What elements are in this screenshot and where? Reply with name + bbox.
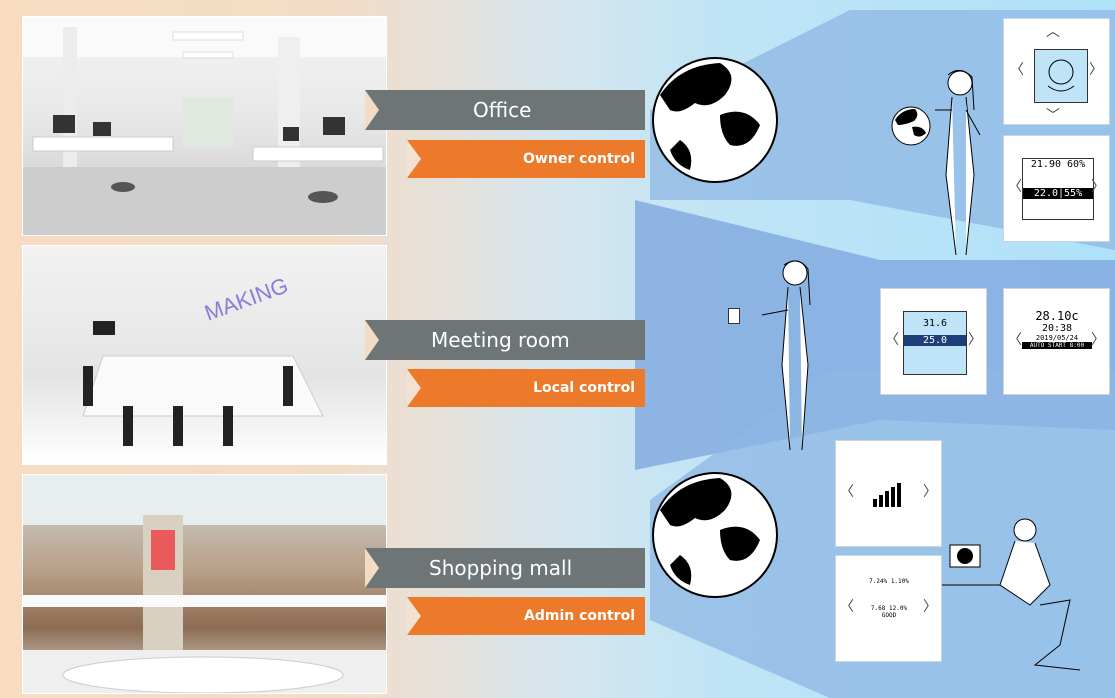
scene-text: Shopping mall <box>429 556 573 580</box>
left-arrow-icon[interactable]: 〈 <box>1008 329 1022 349</box>
value-e: GOOD <box>881 612 897 619</box>
signal-bars-icon <box>858 463 920 525</box>
right-arrow-icon[interactable]: 〉 <box>923 481 937 501</box>
air-screen: 7.24% 1.10% 7.68 12.0% GOOD <box>854 578 924 640</box>
control-text: Owner control <box>523 151 635 167</box>
globe-icon <box>652 57 778 183</box>
control-text: Admin control <box>524 608 635 624</box>
temp-text: 28.10c <box>1035 309 1079 323</box>
setpoint-value: 25.0 <box>904 335 966 346</box>
scene-label-meeting-room: Meeting room <box>365 320 645 360</box>
scene-text: Meeting room <box>431 328 570 352</box>
time-text: 20:38 <box>1041 323 1073 334</box>
right-arrow-icon[interactable]: 〉 <box>1089 59 1103 79</box>
value-c: 7.68 <box>870 605 886 612</box>
control-label-owner: Owner control <box>407 140 645 178</box>
value-b: 1.10% <box>890 578 909 585</box>
office-photo <box>22 16 387 236</box>
globe-icon <box>891 106 931 146</box>
top-value: 31.6 <box>922 318 948 329</box>
wall-switch-icon <box>728 308 740 324</box>
control-label-local: Local control <box>407 369 645 407</box>
set-hum-text: 55% <box>1064 188 1083 199</box>
right-arrow-icon[interactable]: 〉 <box>968 329 982 349</box>
scene-label-office: Office <box>365 90 645 130</box>
value-d: 12.0% <box>889 605 908 612</box>
meeting-room-photo: MAKING <box>22 245 387 465</box>
temp-text: 21.90 <box>1030 159 1061 170</box>
value-a: 7.24% <box>869 578 888 585</box>
right-arrow-icon[interactable]: 〉 <box>1091 329 1105 349</box>
right-arrow-icon[interactable]: 〉 <box>923 596 937 616</box>
thermostat-panel-time[interactable]: 28.10c 20:38 2019/05/24 AUTO START 8:00 … <box>1003 288 1110 395</box>
person-icon <box>935 70 981 256</box>
right-arrow-icon[interactable]: 〉 <box>1091 176 1105 196</box>
shopping-mall-photo <box>22 474 387 694</box>
left-arrow-icon[interactable]: 〈 <box>840 481 854 501</box>
hum-text: 60% <box>1067 159 1086 170</box>
person-icon <box>761 260 811 451</box>
svg-text:MAKING: MAKING <box>201 273 291 326</box>
left-arrow-icon[interactable]: 〈 <box>840 596 854 616</box>
setpoint-screen: 31.6 25.0 <box>903 311 967 375</box>
scene-label-shopping-mall: Shopping mall <box>365 548 645 588</box>
thermostat-panel-signal[interactable]: 〈 〉 <box>835 440 942 547</box>
control-label-admin: Admin control <box>407 597 645 635</box>
left-arrow-icon[interactable]: 〈 <box>885 329 899 349</box>
desk-icon <box>940 518 1081 671</box>
up-arrow-icon[interactable]: ︿ <box>1046 21 1060 41</box>
left-arrow-icon[interactable]: 〈 <box>1008 176 1022 196</box>
thermostat-panel-setpoint[interactable]: 31.6 25.0 〈 〉 <box>880 288 987 395</box>
scene-text: Office <box>473 98 532 122</box>
time-screen: 28.10c 20:38 2019/05/24 AUTO START 8:00 <box>1022 309 1092 373</box>
climate-screen: 21.90 60% 22.0|55% <box>1022 158 1094 220</box>
mode-text: AUTO START 8:00 <box>1022 342 1092 349</box>
globe-icon <box>652 472 778 598</box>
date-text: 2019/05/24 <box>1035 334 1079 342</box>
thermostat-panel-air[interactable]: 7.24% 1.10% 7.68 12.0% GOOD 〈 〉 <box>835 555 942 662</box>
thermostat-panel-climate[interactable]: 21.90 60% 22.0|55% 〈 〉 <box>1003 135 1110 242</box>
left-arrow-icon[interactable]: 〈 <box>1010 59 1024 79</box>
thermostat-panel-globe[interactable]: 〈 〉 ︿ ﹀ <box>1003 18 1110 125</box>
down-arrow-icon[interactable]: ﹀ <box>1046 105 1060 125</box>
control-text: Local control <box>533 380 635 396</box>
set-temp-text: 22.0 <box>1033 188 1058 199</box>
hand-globe-icon <box>1034 49 1088 103</box>
